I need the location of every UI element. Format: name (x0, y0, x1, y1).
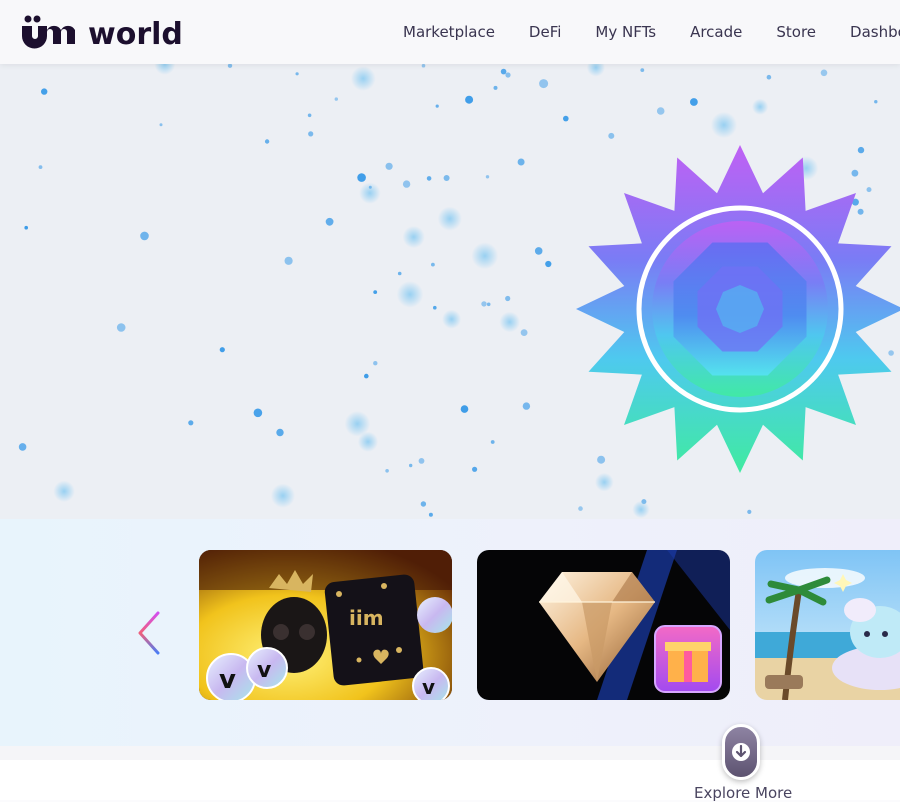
beach-pet-card[interactable] (755, 550, 900, 700)
diamond-gift-image (477, 550, 730, 700)
nav-marketplace[interactable]: Marketplace (386, 23, 512, 41)
hero-illustration (18, 64, 900, 519)
site-logo[interactable]: world (20, 12, 195, 56)
diamond-gift-card[interactable] (477, 550, 730, 700)
nav-store[interactable]: Store (759, 23, 833, 41)
nav-dashboard[interactable]: Dashboard (833, 23, 900, 41)
svg-text:v: v (422, 675, 435, 699)
chevron-left-icon[interactable] (134, 610, 166, 656)
svg-text:v: v (219, 665, 236, 695)
hero-banner (0, 64, 900, 519)
nav-defi[interactable]: DeFi (512, 23, 578, 41)
svg-text:v: v (257, 658, 272, 683)
nav-my-nfts[interactable]: My NFTs (578, 23, 673, 41)
logo-text: world (88, 17, 183, 52)
nav-arcade[interactable]: Arcade (673, 23, 759, 41)
gem-badge-icon (576, 145, 900, 473)
arrow-down-icon (732, 743, 750, 761)
explore-more-label[interactable]: Explore More (694, 784, 792, 802)
top-navbar: world Marketplace DeFi My NFTs Arcade St… (0, 0, 900, 64)
skull-coins-image: iim v v v (199, 550, 452, 700)
main-nav: Marketplace DeFi My NFTs Arcade Store Da… (386, 0, 900, 64)
featured-carousel: iim v v v (0, 519, 900, 746)
skull-nft-card[interactable]: iim v v v (199, 550, 452, 700)
svg-text:iim: iim (349, 606, 384, 630)
beach-pet-image (755, 550, 900, 700)
explore-more-button[interactable] (722, 724, 760, 780)
